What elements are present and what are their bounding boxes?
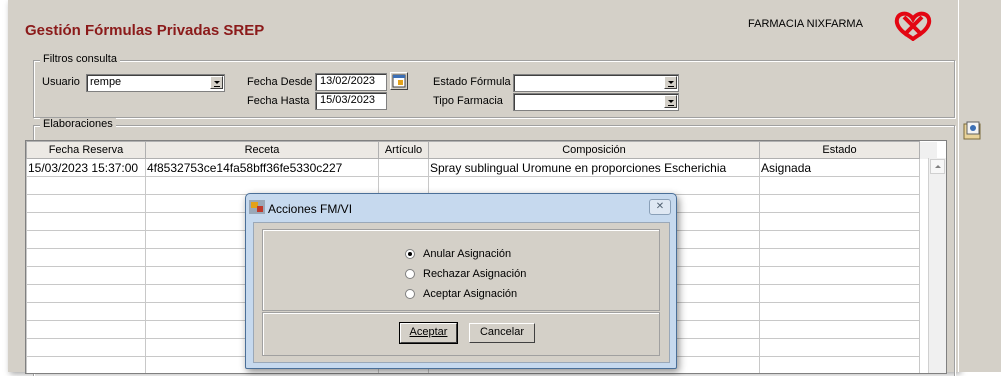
radio-unselected-icon	[405, 269, 415, 279]
fecha-hasta-field[interactable]: 15/03/2023	[315, 92, 387, 110]
dialog-title: Acciones FM/VI	[268, 202, 353, 216]
pharmacy-name: FARMACIA NIXFARMA	[748, 18, 863, 30]
header: Gestión Fórmulas Privadas SREP FARMACIA …	[8, 0, 958, 44]
aceptar-label: Aceptar	[409, 326, 448, 338]
options-panel: Anular Asignación Rechazar Asignación Ac…	[262, 229, 660, 311]
fecha-hasta-value: 15/03/2023	[320, 94, 376, 106]
cancelar-label: Cancelar	[479, 326, 525, 338]
column-estado[interactable]: Estado	[759, 141, 920, 159]
app-icon	[249, 200, 265, 214]
fecha-desde-field[interactable]: 13/02/2023	[315, 73, 387, 91]
divider	[958, 0, 959, 372]
filters-legend: Filtros consulta	[40, 53, 120, 65]
usuario-label: Usuario	[42, 76, 80, 88]
buttons-panel: Aceptar Cancelar	[262, 312, 660, 356]
acciones-dialog: Acciones FM/VI ✕ Anular Asignación Recha…	[245, 193, 677, 369]
calendar-button[interactable]	[390, 72, 408, 90]
column-articulo[interactable]: Artículo	[378, 141, 429, 159]
calendar-icon	[392, 74, 406, 88]
page-title: Gestión Fórmulas Privadas SREP	[25, 22, 265, 39]
right-panel	[958, 0, 1001, 372]
column-fecha-reserva[interactable]: Fecha Reserva	[26, 141, 146, 159]
dialog-body: Anular Asignación Rechazar Asignación Ac…	[253, 222, 670, 363]
chevron-down-icon[interactable]	[664, 95, 677, 108]
column-spacer	[919, 141, 937, 159]
elaboraciones-legend: Elaboraciones	[40, 118, 116, 130]
table-row[interactable]: 15/03/2023 15:37:00 4f8532753ce14fa58bff…	[26, 158, 937, 177]
usuario-value: rempe	[90, 76, 122, 88]
estado-formula-label: Estado Fórmula	[433, 76, 511, 88]
radio-anular-label: Anular Asignación	[423, 248, 512, 260]
scroll-up-icon[interactable]	[930, 159, 945, 174]
cell-fecha-reserva[interactable]: 15/03/2023 15:37:00	[26, 158, 146, 177]
tipo-farmacia-select[interactable]	[513, 93, 679, 111]
tipo-farmacia-label: Tipo Farmacia	[433, 95, 503, 107]
close-icon: ✕	[655, 201, 665, 212]
estado-formula-select[interactable]	[513, 74, 679, 92]
fecha-desde-value: 13/02/2023	[320, 75, 376, 87]
aceptar-button[interactable]: Aceptar	[399, 322, 458, 344]
chevron-down-icon[interactable]	[210, 76, 223, 89]
column-composicion[interactable]: Composición	[428, 141, 760, 159]
report-icon[interactable]	[963, 121, 983, 141]
vertical-scrollbar[interactable]	[928, 158, 946, 373]
column-receta[interactable]: Receta	[145, 141, 379, 159]
cancelar-button[interactable]: Cancelar	[469, 323, 535, 343]
nixfarma-logo-icon	[894, 11, 932, 41]
cell-composicion[interactable]: Spray sublingual Uromune en proporciones…	[428, 158, 760, 177]
cell-estado[interactable]: Asignada	[759, 158, 920, 177]
radio-aceptar-label: Aceptar Asignación	[423, 288, 518, 300]
filters-group: Filtros consulta Usuario rempe Fecha Des…	[33, 53, 955, 118]
radio-selected-icon	[405, 249, 415, 259]
table-header-row: Fecha Reserva Receta Artículo Composició…	[26, 141, 937, 159]
radio-rechazar-label: Rechazar Asignación	[423, 268, 527, 280]
cell-articulo[interactable]	[378, 158, 429, 177]
radio-unselected-icon	[405, 289, 415, 299]
fecha-hasta-label: Fecha Hasta	[247, 95, 310, 107]
close-button[interactable]: ✕	[649, 199, 671, 215]
cell-receta[interactable]: 4f8532753ce14fa58bff36fe5330c227	[145, 158, 379, 177]
table-row[interactable]	[26, 176, 937, 195]
fecha-desde-label: Fecha Desde	[247, 76, 313, 88]
chevron-down-icon[interactable]	[664, 76, 677, 89]
usuario-select[interactable]: rempe	[86, 74, 225, 92]
